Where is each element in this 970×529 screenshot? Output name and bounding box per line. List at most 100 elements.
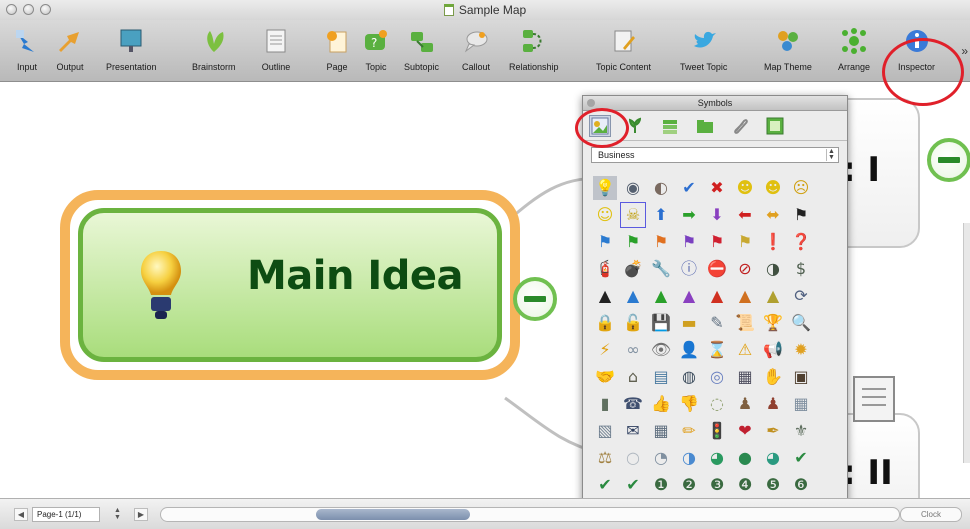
symbol-78[interactable]: ✒ (761, 419, 785, 443)
symbol-10[interactable]: ⬆ (649, 203, 673, 227)
symbol-13[interactable]: ⬅ (733, 203, 757, 227)
symbol-47[interactable]: 🔍 (789, 311, 813, 335)
symbol-86[interactable]: ◕ (761, 446, 785, 470)
symbol-30[interactable]: ◑ (761, 257, 785, 281)
symbol-73[interactable]: ✉ (621, 419, 645, 443)
symbol-24[interactable]: 🧯 (593, 257, 617, 281)
symbol-32[interactable]: ▲ (593, 284, 617, 308)
clip-tab[interactable] (729, 115, 751, 137)
symbol-61[interactable]: ▦ (733, 365, 757, 389)
symbol-84[interactable]: ◕ (705, 446, 729, 470)
symbol-53[interactable]: ⚠ (733, 338, 757, 362)
toolbar-callout-button[interactable]: Callout (461, 22, 491, 80)
symbol-79[interactable]: ⚜ (789, 419, 813, 443)
symbol-72[interactable]: ▧ (593, 419, 617, 443)
symbol-89[interactable]: ✔ (621, 473, 645, 497)
symbol-19[interactable]: ⚑ (677, 230, 701, 254)
symbol-18[interactable]: ⚑ (649, 230, 673, 254)
previous-page-button[interactable]: ◀ (14, 508, 28, 521)
collapse-subtopic-button[interactable] (927, 138, 970, 182)
symbol-category-select[interactable]: Business ▲ ▼ (591, 147, 839, 163)
toolbar-map-theme-button[interactable]: Map Theme (764, 22, 812, 80)
symbol-50[interactable]: 👁 (649, 338, 673, 362)
symbol-23[interactable]: ❓ (789, 230, 813, 254)
symbol-28[interactable]: ⛔ (705, 257, 729, 281)
plant-tab[interactable] (624, 115, 646, 137)
symbol-63[interactable]: ▣ (789, 365, 813, 389)
toolbar-arrange-button[interactable]: Arrange (838, 22, 870, 80)
symbol-35[interactable]: ▲ (677, 284, 701, 308)
symbol-6[interactable]: ☻ (761, 176, 785, 200)
page-field[interactable]: Page-1 (1/1) (32, 507, 100, 522)
main-topic[interactable]: Main Idea (60, 190, 520, 380)
symbol-33[interactable]: ▲ (621, 284, 645, 308)
symbol-57[interactable]: ⌂ (621, 365, 645, 389)
toolbar-presentation-button[interactable]: Presentation (106, 22, 157, 80)
symbol-39[interactable]: ⟳ (789, 284, 813, 308)
toolbar-tweet-topic-button[interactable]: Tweet Topic (680, 22, 727, 80)
symbol-68[interactable]: ◌ (705, 392, 729, 416)
symbol-12[interactable]: ⬇ (705, 203, 729, 227)
scrollbar-thumb[interactable] (316, 509, 470, 520)
symbol-43[interactable]: ▬ (677, 311, 701, 335)
symbol-8[interactable]: ☺ (593, 203, 617, 227)
symbol-51[interactable]: 👤 (677, 338, 701, 362)
symbol-34[interactable]: ▲ (649, 284, 673, 308)
symbol-59[interactable]: ◍ (677, 365, 701, 389)
symbol-93[interactable]: ❹ (733, 473, 757, 497)
symbol-87[interactable]: ✔ (789, 446, 813, 470)
toolbar-topic-content-button[interactable]: Topic Content (596, 22, 651, 80)
symbol-37[interactable]: ▲ (733, 284, 757, 308)
symbol-42[interactable]: 💾 (649, 311, 673, 335)
next-page-button[interactable]: ▶ (134, 508, 148, 521)
symbol-20[interactable]: ⚑ (705, 230, 729, 254)
symbol-11[interactable]: ➡ (677, 203, 701, 227)
symbol-74[interactable]: ▦ (649, 419, 673, 443)
symbol-22[interactable]: ❗ (761, 230, 785, 254)
zoom-control[interactable]: Clock (900, 507, 962, 522)
symbol-9[interactable]: ☠ (620, 202, 646, 228)
symbol-88[interactable]: ✔ (593, 473, 617, 497)
symbol-92[interactable]: ❸ (705, 473, 729, 497)
symbol-4[interactable]: ✖ (705, 176, 729, 200)
toolbar-page-button[interactable]: Page (322, 22, 352, 80)
symbol-82[interactable]: ◔ (649, 446, 673, 470)
symbol-58[interactable]: ▤ (649, 365, 673, 389)
symbol-65[interactable]: ☎ (621, 392, 645, 416)
symbol-29[interactable]: ⊘ (733, 257, 757, 281)
panel-close-button[interactable] (587, 99, 595, 107)
symbol-1[interactable]: ◉ (621, 176, 645, 200)
symbol-66[interactable]: 👍 (649, 392, 673, 416)
vertical-scrollbar[interactable] (963, 223, 970, 463)
symbol-45[interactable]: 📜 (733, 311, 757, 335)
symbol-15[interactable]: ⚑ (789, 203, 813, 227)
toolbar-subtopic-button[interactable]: Subtopic (404, 22, 439, 80)
symbol-85[interactable]: ● (733, 446, 757, 470)
note-icon[interactable] (850, 373, 906, 428)
symbol-69[interactable]: ♟ (733, 392, 757, 416)
symbol-70[interactable]: ♟ (761, 392, 785, 416)
symbol-16[interactable]: ⚑ (593, 230, 617, 254)
toolbar-output-button[interactable]: Output (55, 22, 85, 80)
symbol-54[interactable]: 📢 (761, 338, 785, 362)
symbol-90[interactable]: ❶ (649, 473, 673, 497)
symbol-40[interactable]: 🔒 (593, 311, 617, 335)
symbol-56[interactable]: 🤝 (593, 365, 617, 389)
symbol-36[interactable]: ▲ (705, 284, 729, 308)
symbol-91[interactable]: ❷ (677, 473, 701, 497)
symbol-64[interactable]: ▮ (593, 392, 617, 416)
symbol-83[interactable]: ◑ (677, 446, 701, 470)
symbol-31[interactable]: $ (789, 257, 813, 281)
symbol-76[interactable]: 🚦 (705, 419, 729, 443)
collapse-main-topic-button[interactable] (513, 277, 557, 321)
symbol-55[interactable]: ✹ (789, 338, 813, 362)
symbol-26[interactable]: 🔧 (649, 257, 673, 281)
symbol-3[interactable]: ✔ (677, 176, 701, 200)
symbol-25[interactable]: 💣 (621, 257, 645, 281)
symbol-60[interactable]: ◎ (705, 365, 729, 389)
symbol-48[interactable]: ⚡ (593, 338, 617, 362)
symbol-95[interactable]: ❻ (789, 473, 813, 497)
symbol-2[interactable]: ◐ (649, 176, 673, 200)
toolbar-overflow-button[interactable]: » (961, 44, 968, 58)
symbol-62[interactable]: ✋ (761, 365, 785, 389)
